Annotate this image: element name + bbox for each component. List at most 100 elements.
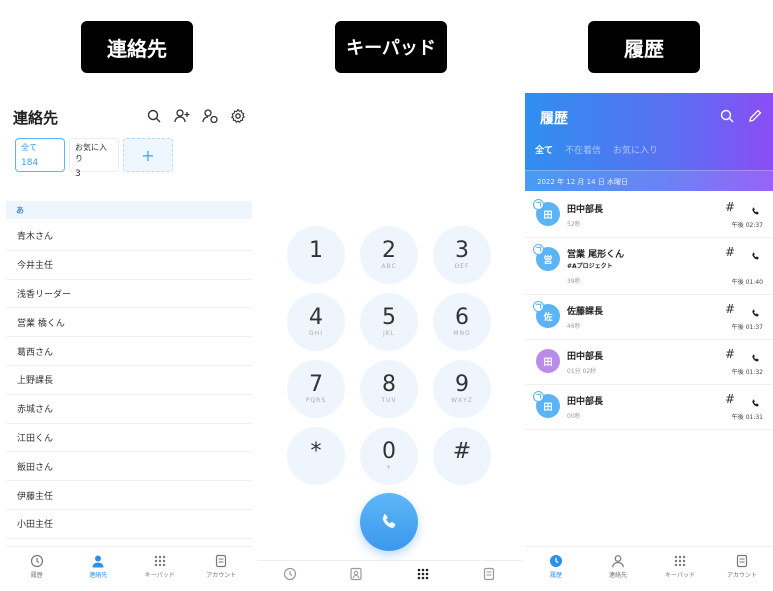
tab-account[interactable]: アカウント: [711, 547, 773, 586]
tab-contacts-label: 連絡先: [608, 572, 627, 579]
caller-name: 田中部長: [567, 205, 604, 215]
key-letters: MNO: [453, 330, 471, 337]
dial-keys: 1 2 ABC 3 DEF 4 GHI 5 JKL 6 MNO 7 PQRS 8 TUV 9W…: [287, 226, 492, 485]
tab-keypad[interactable]: [390, 561, 456, 586]
caption-history: 履歴: [588, 21, 700, 73]
search-icon[interactable]: [146, 108, 162, 124]
contact-row[interactable]: 営業 橋くん: [6, 308, 252, 338]
key-digit: 3: [455, 238, 469, 263]
contact-row[interactable]: 伊藤主任: [6, 481, 252, 510]
key-3[interactable]: 3 DEF: [433, 226, 491, 284]
tab-all[interactable]: 全て: [535, 143, 553, 156]
key-0[interactable]: 0 +: [360, 427, 418, 485]
search-icon[interactable]: [719, 108, 735, 124]
key-digit: 5: [382, 305, 396, 330]
contact-row[interactable]: 青木さん: [6, 222, 252, 251]
outgoing-call-icon: [533, 199, 544, 210]
key-5[interactable]: 5 JKL: [360, 293, 418, 351]
tab-keypad[interactable]: キーパッド: [649, 547, 711, 586]
call-row[interactable]: 田 田中部長 01分 02秒 # 午後 01:32: [525, 340, 773, 385]
contact-sync-icon[interactable]: [202, 108, 218, 124]
contact-row[interactable]: 小田主任: [6, 510, 252, 539]
contact-row[interactable]: 葛西さん: [6, 337, 252, 366]
favorites-card[interactable]: お気に入り 3: [69, 138, 119, 179]
contacts-tabbar: 履歴 連絡先 キーパッド アカウント: [6, 546, 252, 586]
tab-contacts[interactable]: 連絡先: [587, 547, 649, 586]
caption-contacts: 連絡先: [81, 21, 193, 73]
tab-history[interactable]: 履歴: [6, 547, 68, 586]
caption-keypad: キーパッド: [335, 21, 447, 73]
add-contact-icon[interactable]: [174, 108, 190, 124]
call-button[interactable]: [360, 493, 418, 551]
phone-icon[interactable]: [750, 394, 761, 407]
contacts-title: 連絡先: [13, 109, 59, 127]
key-4[interactable]: 4 GHI: [287, 293, 345, 351]
avatar: 田: [533, 199, 560, 226]
contacts-header-icons: [146, 108, 246, 124]
tab-keypad[interactable]: キーパッド: [129, 547, 191, 586]
all-contacts-card[interactable]: 全て 184: [15, 138, 65, 172]
key-star[interactable]: *: [287, 427, 345, 485]
caller-name: 田中部長: [567, 397, 604, 407]
tab-contacts[interactable]: [323, 561, 389, 586]
key-digit: 1: [309, 238, 323, 263]
phone-icon[interactable]: [750, 349, 761, 362]
keypad-screen: 1 2 ABC 3 DEF 4 GHI 5 JKL 6 MNO 7 PQRS 8 TUV 9W…: [257, 96, 522, 586]
key-digit: 0: [382, 439, 396, 464]
key-digit: 2: [382, 238, 396, 263]
pencil-icon[interactable]: [747, 108, 763, 124]
outgoing-call-icon: [533, 391, 544, 402]
history-tabbar: 履歴 連絡先 キーパッド アカウント: [525, 546, 773, 586]
tab-favorites[interactable]: お気に入り: [613, 143, 658, 156]
all-contacts-label: 全て: [21, 143, 37, 152]
call-row[interactable]: 佐 佐藤課長 46秒 # 午後 01:37: [525, 295, 773, 340]
add-group-button[interactable]: +: [123, 138, 173, 172]
key-9[interactable]: 9 WXYZ: [433, 360, 491, 418]
tab-account[interactable]: アカウント: [191, 547, 253, 586]
tab-contacts-label: 連絡先: [89, 572, 108, 579]
history-header: 履歴 全て 不在着信 お気に入り 2022 年 12 月 14 日 水曜日: [525, 93, 773, 191]
key-6[interactable]: 6 MNO: [433, 293, 491, 351]
call-row[interactable]: 田 田中部長 52秒 # 午後 02:37: [525, 193, 773, 238]
call-duration: 00秒: [567, 413, 581, 420]
avatar: 営: [533, 244, 560, 271]
key-hash[interactable]: #: [433, 427, 491, 485]
gear-icon[interactable]: [230, 108, 246, 124]
contact-row[interactable]: 赤城さん: [6, 395, 252, 424]
avatar: 佐: [533, 301, 560, 328]
tab-history[interactable]: 履歴: [525, 547, 587, 586]
tab-missed[interactable]: 不在着信: [565, 143, 601, 156]
key-2[interactable]: 2 ABC: [360, 226, 418, 284]
key-7[interactable]: 7 PQRS: [287, 360, 345, 418]
tab-contacts[interactable]: 連絡先: [68, 547, 130, 586]
contact-row[interactable]: 飯田さん: [6, 452, 252, 482]
call-time: 午後 01:40: [731, 279, 763, 286]
key-8[interactable]: 8 TUV: [360, 360, 418, 418]
hashtag-button[interactable]: #: [725, 302, 735, 316]
hashtag-button[interactable]: #: [725, 392, 735, 406]
caller-name: 佐藤課長: [567, 307, 604, 317]
key-1[interactable]: 1: [287, 226, 345, 284]
tab-account[interactable]: [456, 561, 522, 586]
call-row[interactable]: 営 営業 尾形くん #Aプロジェクト 39秒 # 午後 01:40: [525, 238, 773, 295]
phone-icon[interactable]: [750, 247, 761, 260]
outgoing-call-icon: [533, 301, 544, 312]
phone-icon[interactable]: [750, 304, 761, 317]
avatar-initial: 田: [543, 357, 553, 368]
tab-history[interactable]: [257, 561, 323, 586]
hashtag-button[interactable]: #: [725, 347, 735, 361]
contact-row[interactable]: 今井主任: [6, 251, 252, 280]
key-letters: PQRS: [305, 397, 327, 404]
key-letters: ABC: [381, 263, 397, 270]
hashtag-button[interactable]: #: [725, 245, 735, 259]
clock-icon: [550, 555, 562, 567]
contact-row[interactable]: 上野課長: [6, 366, 252, 395]
contact-row[interactable]: 浅香リーダー: [6, 280, 252, 309]
hashtag-button[interactable]: #: [725, 200, 735, 214]
avatar-initial: 田: [543, 402, 553, 413]
call-row[interactable]: 田 田中部長 00秒 # 午後 01:31: [525, 385, 773, 430]
phone-icon[interactable]: [750, 202, 761, 215]
contact-row[interactable]: 江田くん: [6, 424, 252, 453]
call-time: 午後 01:37: [731, 324, 763, 331]
account-card-icon: [736, 554, 748, 568]
